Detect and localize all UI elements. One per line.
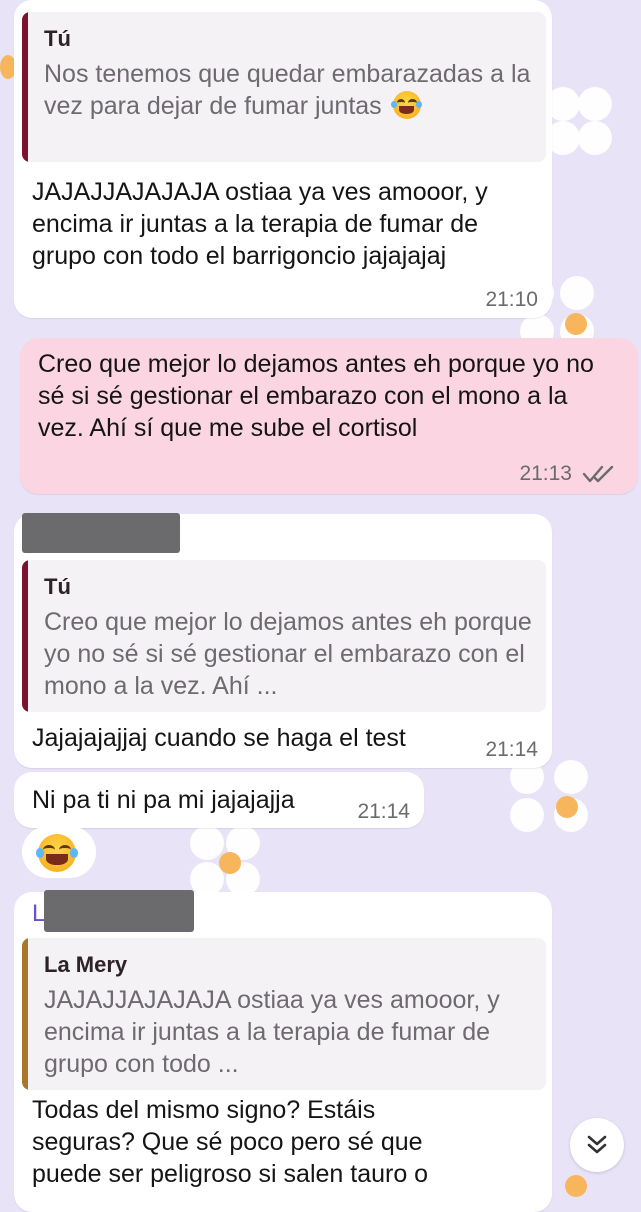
quote-text: Nos tenemos que quedar embarazadas a la … (44, 60, 531, 120)
message-bubble-outgoing[interactable]: Creo que mejor lo dejamos antes eh porqu… (20, 338, 638, 494)
message-time: 21:14 (485, 738, 538, 761)
quote-bar (22, 560, 28, 712)
message-time: 21:14 (357, 800, 410, 823)
quoted-message[interactable]: Tú Creo que mejor lo dejamos antes eh po… (22, 560, 546, 712)
quote-text: JAJAJJAJAJAJA ostiaa ya ves amooor, y en… (44, 986, 500, 1078)
message-bubble-incoming[interactable]: Tú Nos tenemos que quedar embarazadas a … (14, 0, 552, 318)
redacted-sender-name (44, 890, 194, 932)
read-receipt-icon (582, 465, 614, 483)
quote-text: Creo que mejor lo dejamos antes eh porqu… (44, 608, 532, 700)
scroll-to-bottom-button[interactable] (570, 1118, 624, 1172)
message-text: Creo que mejor lo dejamos antes eh porqu… (38, 350, 594, 442)
quoted-message[interactable]: La Mery JAJAJJAJAJAJA ostiaa ya ves amoo… (22, 938, 546, 1090)
message-text: Todas del mismo signo? Estáis seguras? Q… (32, 1096, 429, 1188)
double-chevron-down-icon (587, 1135, 607, 1154)
redacted-sender-name (22, 513, 180, 553)
message-text: JAJAJJAJAJAJA ostiaa ya ves amooor, y en… (32, 178, 488, 270)
quote-bar (22, 12, 28, 162)
message-time: 21:10 (485, 288, 538, 311)
message-bubble-incoming[interactable]: L La Mery JAJAJJAJAJAJA ostiaa ya ves am… (14, 892, 552, 1212)
message-text: Ni pa ti ni pa mi jajajajja (32, 786, 295, 814)
quote-author: Tú (44, 574, 71, 599)
laugh-emoji-icon (390, 91, 423, 119)
message-text: Jajajajajjaj cuando se haga el test (32, 724, 406, 752)
laugh-emoji-icon[interactable] (35, 834, 79, 872)
quoted-message[interactable]: Tú Nos tenemos que quedar embarazadas a … (22, 12, 546, 162)
message-time: 21:13 (519, 462, 572, 485)
wallpaper-dot (565, 1175, 587, 1197)
message-bubble-incoming[interactable]: Ni pa ti ni pa mi jajajajja 21:14 (14, 772, 424, 828)
quote-author: La Mery (44, 952, 128, 977)
quote-author: Tú (44, 26, 71, 51)
quote-bar (22, 938, 28, 1090)
